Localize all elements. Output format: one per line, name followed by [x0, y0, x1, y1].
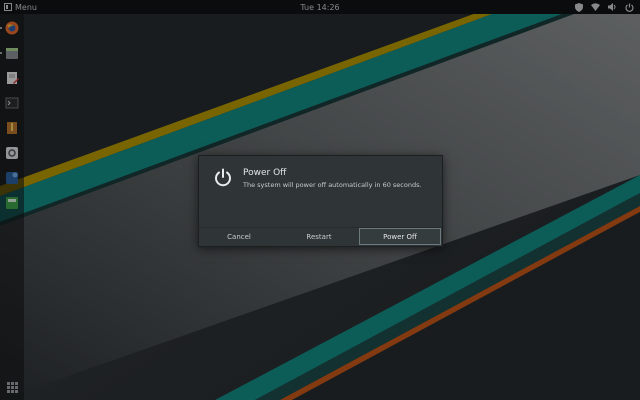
dialog-title: Power Off [243, 168, 287, 178]
cancel-button[interactable]: Cancel [199, 228, 279, 246]
power-off-dialog: Power Off The system will power off auto… [198, 155, 443, 247]
power-off-button[interactable]: Power Off [359, 228, 441, 245]
restart-button[interactable]: Restart [279, 228, 359, 246]
power-icon [215, 168, 231, 187]
dialog-button-row: Cancel Restart Power Off [199, 227, 442, 246]
dialog-message: The system will power off automatically … [243, 181, 422, 189]
